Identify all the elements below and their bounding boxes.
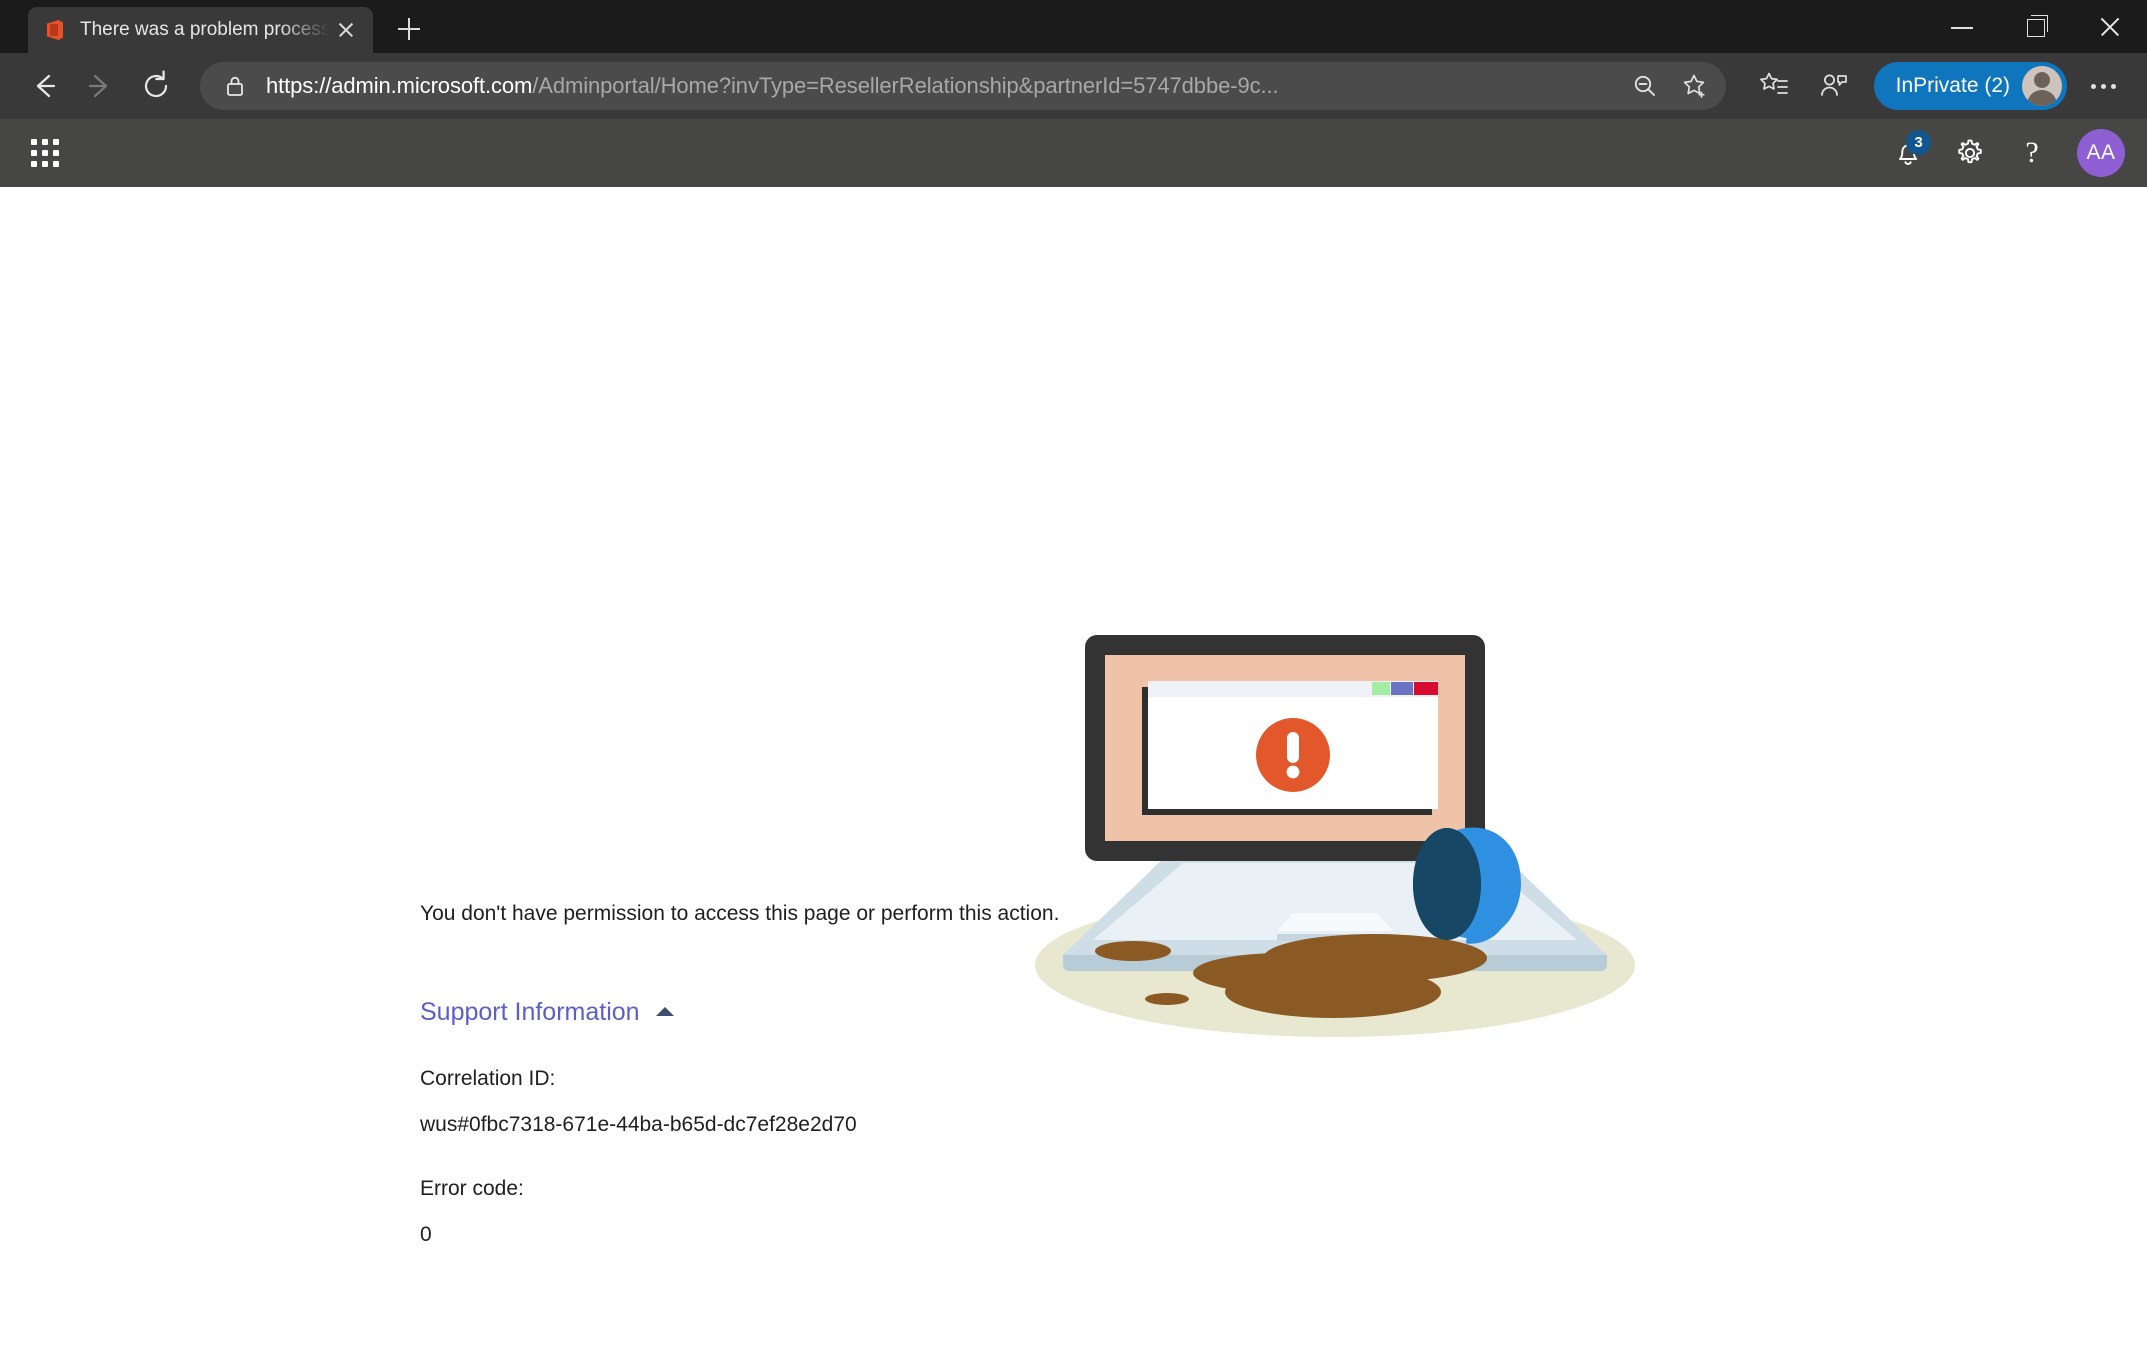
maximize-window-icon[interactable]	[1999, 0, 2073, 53]
correlation-id-label: Correlation ID:	[420, 1067, 556, 1091]
chevron-up-icon	[655, 1007, 674, 1017]
suite-header-bar: 3 ? AA	[0, 119, 2147, 187]
account-initials: AA	[2086, 141, 2116, 164]
error-content-area: You don't have permission to access this…	[0, 187, 2147, 1364]
close-tab-icon[interactable]	[329, 13, 363, 47]
gear-icon[interactable]	[1939, 119, 2001, 187]
support-information-label: Support Information	[420, 998, 640, 1027]
inprivate-avatar-icon	[2022, 66, 2062, 106]
error-code-value: 0	[420, 1223, 432, 1247]
help-glyph: ?	[2025, 136, 2039, 169]
page-content: 3 ? AA You don't have permission to acce…	[0, 119, 2147, 1364]
add-favorite-icon[interactable]	[1672, 63, 1718, 109]
collections-icon[interactable]	[1748, 60, 1800, 112]
url-text: https://admin.microsoft.com/Adminportal/…	[266, 73, 1618, 99]
error-code-label: Error code:	[420, 1177, 524, 1201]
support-information-toggle[interactable]: Support Information	[420, 998, 674, 1027]
back-button[interactable]	[18, 60, 70, 112]
url-secure-part: https://admin.microsoft.com	[266, 73, 533, 98]
zoom-out-icon[interactable]	[1622, 63, 1668, 109]
office-logo-icon	[44, 19, 66, 41]
correlation-id-value: wus#0fbc7318-671e-44ba-b65d-dc7ef28e2d70	[420, 1113, 857, 1137]
url-path-part: /Adminportal/Home?invType=ResellerRelati…	[532, 73, 1279, 98]
forward-button[interactable]	[74, 60, 126, 112]
browser-window: There was a problem processing https://a…	[0, 0, 2147, 1364]
profile-icon[interactable]	[1808, 60, 1860, 112]
minimize-window-icon[interactable]	[1925, 0, 1999, 53]
inprivate-label: InPrivate (2)	[1895, 74, 2010, 97]
close-window-icon[interactable]	[2073, 0, 2147, 53]
lock-icon	[222, 74, 248, 98]
new-tab-button[interactable]	[387, 7, 431, 51]
refresh-button[interactable]	[130, 60, 182, 112]
account-avatar[interactable]: AA	[2077, 129, 2125, 177]
inprivate-indicator[interactable]: InPrivate (2)	[1873, 62, 2067, 110]
tab-title: There was a problem processing	[80, 19, 329, 40]
error-text-block: You don't have permission to access this…	[420, 899, 1160, 1247]
help-icon[interactable]: ?	[2001, 119, 2063, 187]
error-message: You don't have permission to access this…	[420, 902, 1060, 925]
browser-toolbar: https://admin.microsoft.com/Adminportal/…	[0, 53, 2147, 119]
tab-strip: There was a problem processing	[0, 0, 2147, 53]
app-launcher-waffle-icon[interactable]	[14, 122, 76, 184]
window-controls	[1925, 0, 2147, 53]
settings-and-more-icon[interactable]	[2077, 60, 2129, 112]
address-bar[interactable]: https://admin.microsoft.com/Adminportal/…	[200, 62, 1726, 110]
notifications-bell-icon[interactable]: 3	[1877, 119, 1939, 187]
notification-count-badge: 3	[1906, 130, 1931, 155]
browser-tab[interactable]: There was a problem processing	[28, 7, 373, 53]
